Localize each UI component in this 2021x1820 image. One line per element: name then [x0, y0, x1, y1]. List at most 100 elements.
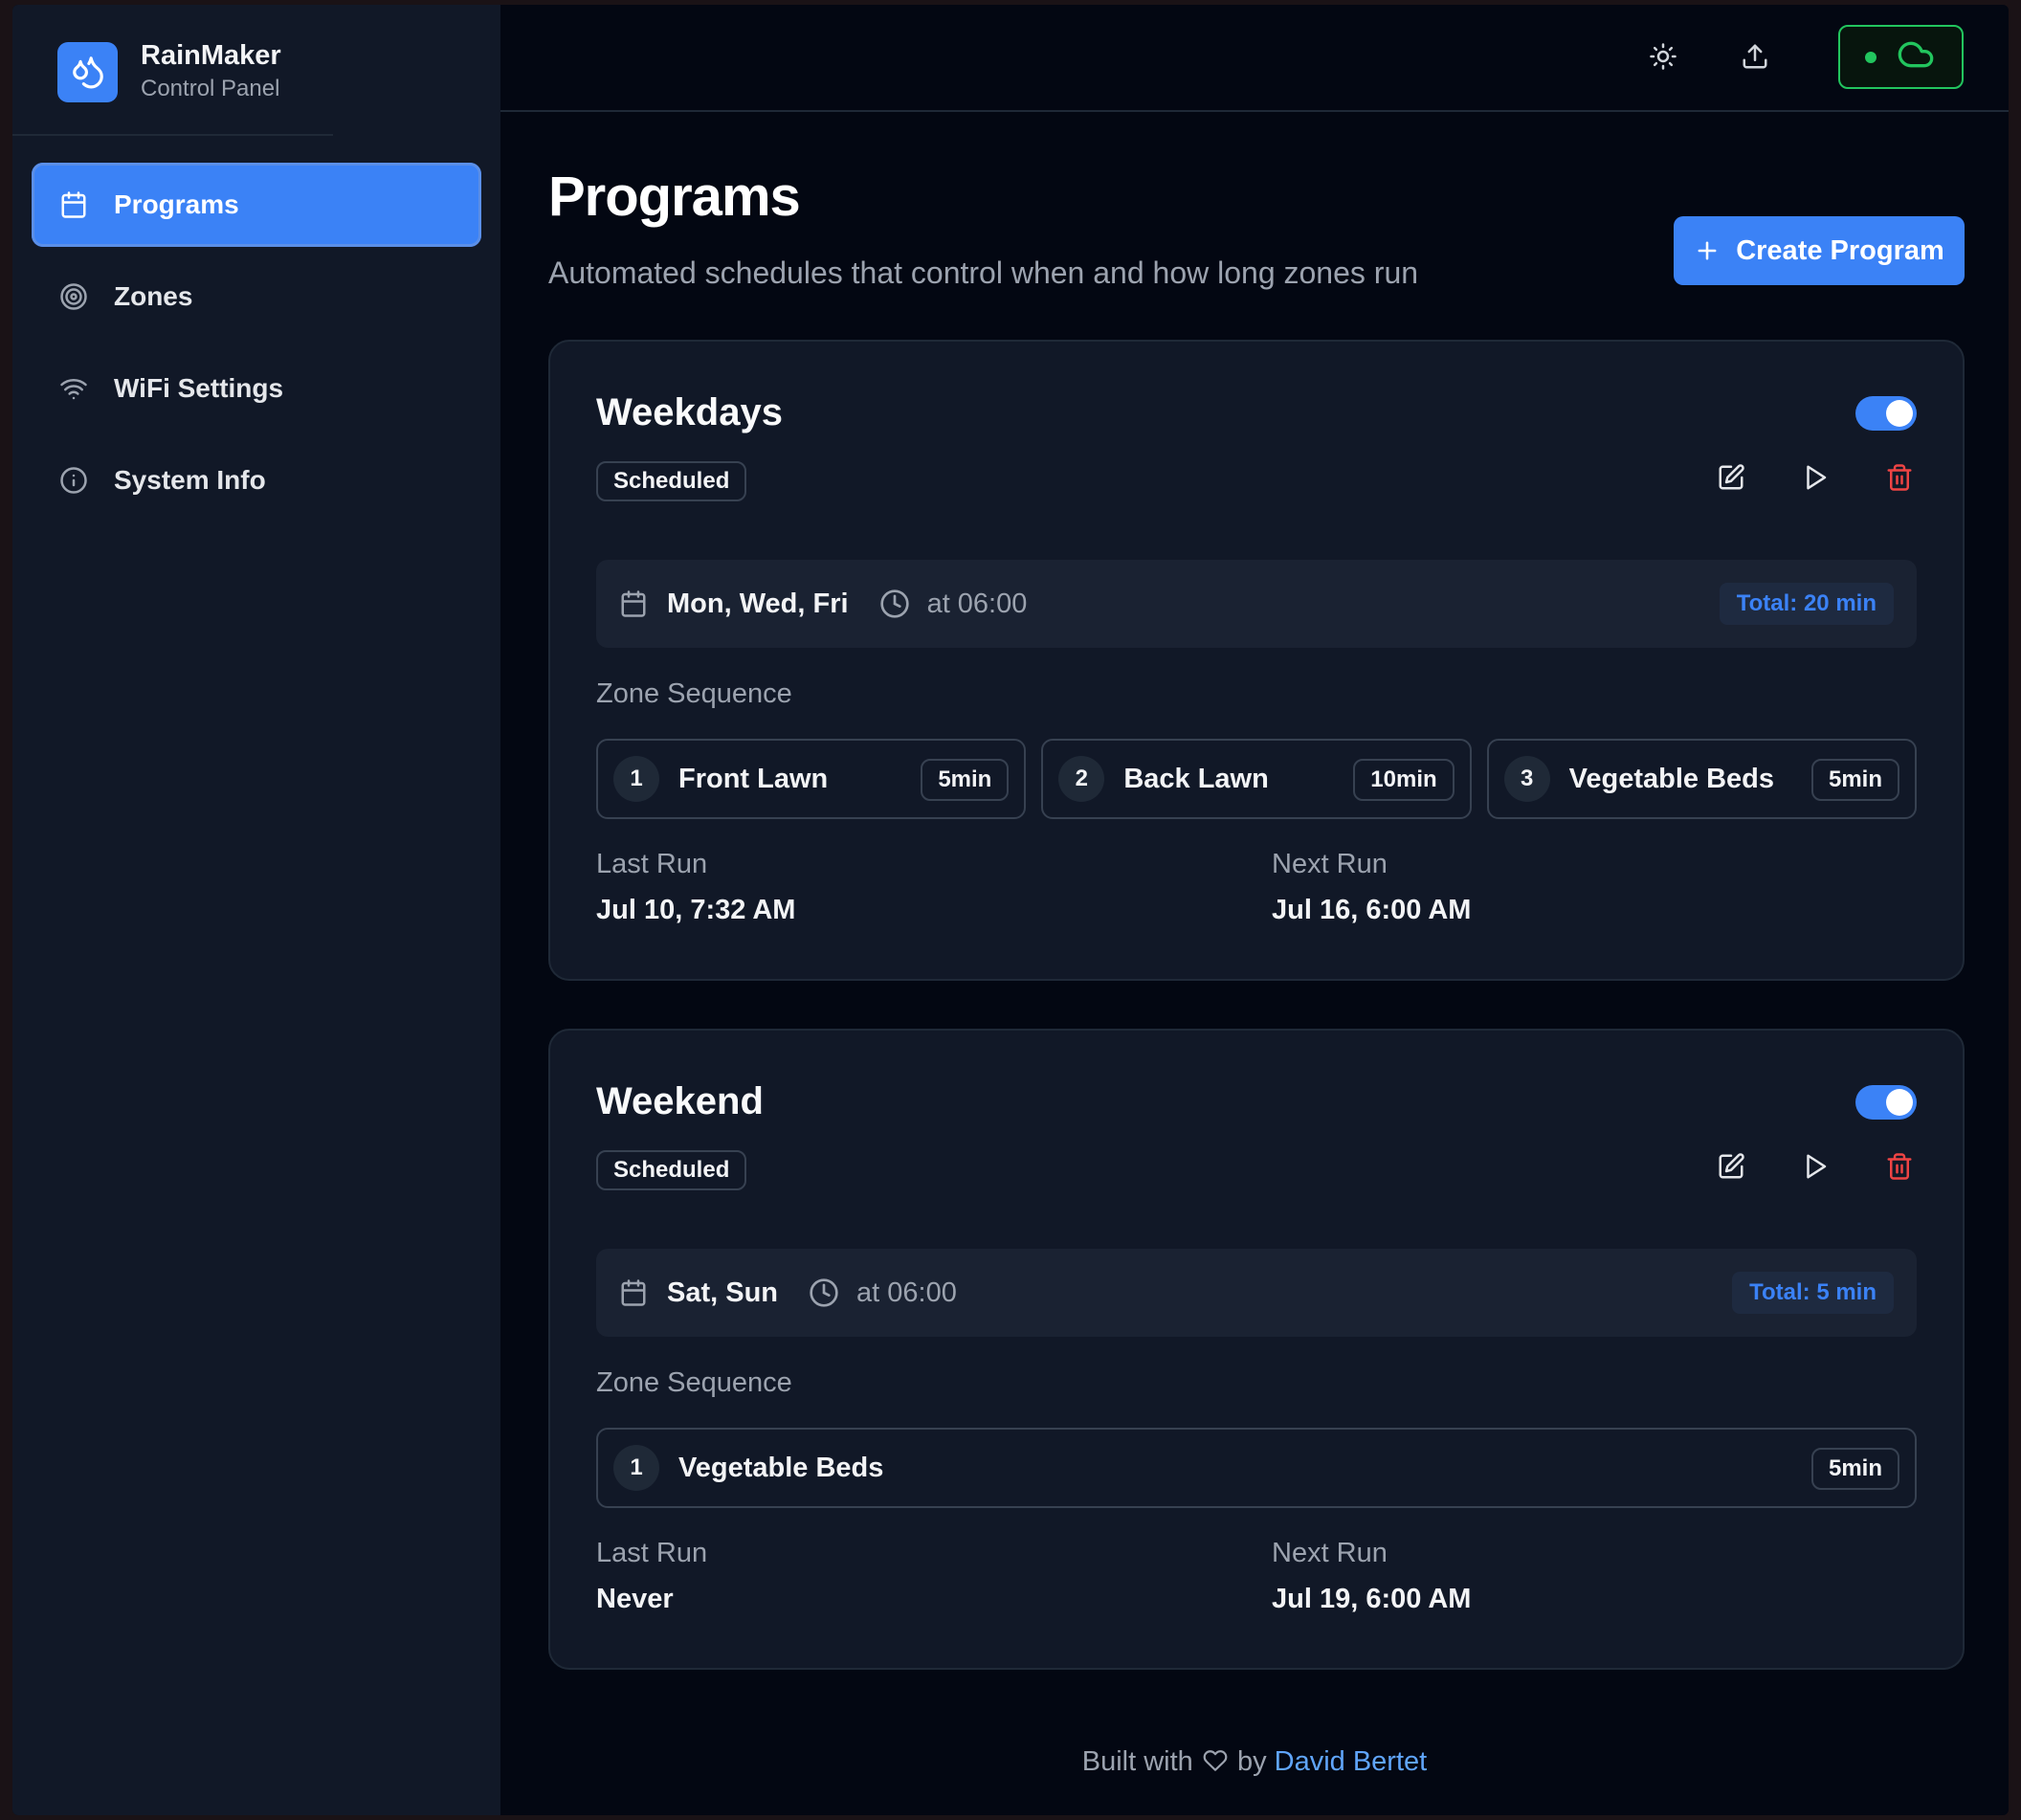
- schedule-summary: Mon, Wed, Fri at 06:00 Total: 20 min: [596, 560, 1917, 648]
- schedule-summary: Sat, Sun at 06:00 Total: 5 min: [596, 1249, 1917, 1337]
- sidebar-item-label: Programs: [114, 189, 239, 219]
- calendar-icon: [58, 189, 89, 220]
- clock-icon: [879, 588, 910, 619]
- zone-step: 2 Back Lawn 10min: [1041, 739, 1472, 819]
- footer-prefix: Built with: [1081, 1746, 1193, 1777]
- upload-button[interactable]: [1726, 30, 1784, 87]
- sidebar-item-label: System Info: [114, 465, 266, 495]
- program-name: Weekdays: [596, 391, 783, 433]
- top-bar: [500, 5, 2009, 112]
- app-window: RainMaker Control Panel Programs Zones W…: [12, 5, 2009, 1815]
- last-run-value: Never: [596, 1584, 674, 1614]
- brand[interactable]: RainMaker Control Panel: [57, 38, 281, 105]
- sidebar-item-label: WiFi Settings: [114, 373, 284, 403]
- zone-order: 1: [613, 1445, 659, 1491]
- cloud-status-button[interactable]: [1838, 25, 1964, 89]
- total-duration-badge: Total: 20 min: [1719, 583, 1894, 625]
- sidebar-item-zones[interactable]: Zones: [32, 255, 481, 339]
- sun-icon: [1649, 42, 1677, 76]
- status-dot: [1864, 51, 1877, 63]
- edit-icon: [1717, 1152, 1745, 1186]
- sidebar-item-system-info[interactable]: System Info: [32, 438, 481, 522]
- plus-icon: [1694, 237, 1721, 264]
- zone-step: 3 Vegetable Beds 5min: [1486, 739, 1917, 819]
- toggle-knob: [1886, 1089, 1913, 1116]
- schedule-days: Mon, Wed, Fri: [667, 588, 849, 619]
- zone-name: Back Lawn: [1123, 763, 1269, 794]
- delete-button[interactable]: [1877, 456, 1922, 502]
- total-duration-badge: Total: 5 min: [1732, 1272, 1894, 1314]
- zone-order: 3: [1503, 756, 1550, 802]
- cloud-icon: [1894, 35, 1938, 78]
- play-icon: [1801, 1152, 1830, 1186]
- run-button[interactable]: [1792, 456, 1838, 502]
- trash-icon: [1885, 1152, 1914, 1186]
- schedule-days: Sat, Sun: [667, 1276, 779, 1308]
- clock-icon: [809, 1277, 839, 1308]
- trash-icon: [1885, 463, 1914, 497]
- create-program-label: Create Program: [1736, 234, 1944, 266]
- status-badge: Scheduled: [596, 1150, 747, 1190]
- next-run-label: Next Run: [1272, 1538, 1388, 1568]
- program-card: Weekend Scheduled Sat, Sun at 06:00 Tota…: [548, 1029, 1965, 1670]
- program-name: Weekend: [596, 1080, 764, 1122]
- sidebar-item-programs[interactable]: Programs: [32, 163, 481, 247]
- zone-order: 1: [613, 756, 659, 802]
- sidebar-nav: Programs Zones WiFi Settings System Info: [32, 163, 481, 530]
- zone-sequence: 1 Front Lawn 5min 2 Back Lawn 10min 3 Ve…: [596, 739, 1917, 819]
- zone-duration: 10min: [1353, 759, 1455, 801]
- last-run-value: Jul 10, 7:32 AM: [596, 895, 796, 925]
- droplets-logo-icon: [57, 41, 118, 102]
- sidebar: RainMaker Control Panel Programs Zones W…: [12, 5, 500, 1815]
- zone-name: Vegetable Beds: [678, 1452, 884, 1483]
- zone-step: 1 Vegetable Beds 5min: [596, 1428, 1917, 1508]
- app-subtitle: Control Panel: [141, 76, 280, 101]
- zone-name: Vegetable Beds: [1568, 763, 1775, 794]
- zone-sequence: 1 Vegetable Beds 5min: [596, 1428, 1917, 1508]
- last-run-label: Last Run: [596, 1538, 708, 1568]
- zone-duration: 5min: [1810, 1448, 1899, 1490]
- app-name: RainMaker: [141, 40, 281, 71]
- create-program-button[interactable]: Create Program: [1674, 216, 1965, 285]
- target-icon: [58, 281, 89, 312]
- calendar-icon: [619, 589, 648, 618]
- next-run-value: Jul 16, 6:00 AM: [1272, 895, 1472, 925]
- info-icon: [58, 465, 89, 496]
- heart-icon: [1203, 1748, 1228, 1781]
- edit-button[interactable]: [1708, 456, 1754, 502]
- upload-icon: [1741, 42, 1769, 76]
- program-card: Weekdays Scheduled Mon, Wed, Fri at 06:0…: [548, 340, 1965, 981]
- calendar-icon: [619, 1278, 648, 1307]
- toggle-knob: [1886, 400, 1913, 427]
- zone-order: 2: [1058, 756, 1105, 802]
- zone-duration: 5min: [921, 759, 1010, 801]
- program-enabled-toggle[interactable]: [1855, 1085, 1917, 1120]
- divider: [12, 134, 333, 136]
- author-link[interactable]: David Bertet: [1275, 1746, 1428, 1777]
- edit-button[interactable]: [1708, 1145, 1754, 1191]
- zone-name: Front Lawn: [678, 763, 829, 794]
- delete-button[interactable]: [1877, 1145, 1922, 1191]
- zone-step: 1 Front Lawn 5min: [596, 739, 1027, 819]
- next-run-value: Jul 19, 6:00 AM: [1272, 1584, 1472, 1614]
- zone-sequence-label: Zone Sequence: [596, 1367, 792, 1398]
- play-icon: [1801, 463, 1830, 497]
- next-run-label: Next Run: [1272, 849, 1388, 879]
- last-run-label: Last Run: [596, 849, 708, 879]
- footer: Built with by David Bertet: [500, 1746, 2009, 1781]
- run-button[interactable]: [1792, 1145, 1838, 1191]
- zone-duration: 5min: [1810, 759, 1899, 801]
- footer-by: by: [1236, 1746, 1267, 1777]
- schedule-time: at 06:00: [926, 588, 1028, 619]
- status-badge: Scheduled: [596, 461, 747, 501]
- sidebar-item-label: Zones: [114, 281, 193, 311]
- edit-icon: [1717, 463, 1745, 497]
- sidebar-item-wifi-settings[interactable]: WiFi Settings: [32, 346, 481, 431]
- schedule-time: at 06:00: [856, 1276, 957, 1308]
- page-subtitle: Automated schedules that control when an…: [548, 255, 1419, 290]
- theme-toggle-button[interactable]: [1634, 30, 1692, 87]
- zone-sequence-label: Zone Sequence: [596, 678, 792, 709]
- page-title: Programs: [548, 166, 801, 228]
- program-enabled-toggle[interactable]: [1855, 396, 1917, 431]
- wifi-icon: [58, 373, 89, 404]
